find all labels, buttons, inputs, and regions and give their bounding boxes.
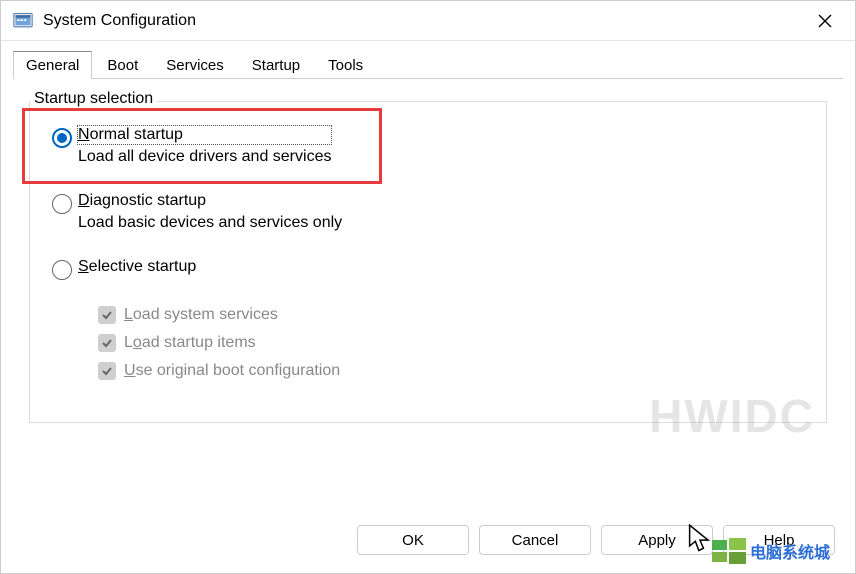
radio-normal-startup[interactable]: Normal startup Load all device drivers a… <box>50 126 806 166</box>
radio-icon <box>52 260 72 280</box>
check-label: Use original boot configuration <box>124 362 340 380</box>
check-use-original: Use original boot configuration <box>98 362 806 380</box>
checkbox-icon <box>98 306 116 324</box>
radio-text: Selective startup <box>78 258 196 276</box>
close-button[interactable] <box>807 6 843 36</box>
check-label: Load system services <box>124 306 278 324</box>
titlebar: System Configuration <box>1 1 855 41</box>
apply-button[interactable]: Apply <box>601 525 713 555</box>
radio-desc: Load basic devices and services only <box>78 214 342 232</box>
window: System Configuration General Boot Servic… <box>0 0 856 574</box>
button-row: OK Cancel Apply Help <box>1 513 855 573</box>
tab-strip: General Boot Services Startup Tools <box>1 41 855 79</box>
tab-general[interactable]: General <box>13 51 92 79</box>
fieldset-legend: Startup selection <box>30 90 157 108</box>
check-load-startup: Load startup items <box>98 334 806 352</box>
startup-selection-fieldset: Startup selection Normal startup Load al… <box>29 101 827 423</box>
radio-desc: Load all device drivers and services <box>78 148 331 166</box>
radio-text: Diagnostic startup Load basic devices an… <box>78 192 342 232</box>
msconfig-icon <box>13 11 33 31</box>
content-area: Startup selection Normal startup Load al… <box>1 79 855 513</box>
tab-tools[interactable]: Tools <box>315 51 376 79</box>
checkbox-icon <box>98 362 116 380</box>
check-load-services: Load system services <box>98 306 806 324</box>
radio-label: Diagnostic startup <box>78 192 342 210</box>
window-title: System Configuration <box>43 12 807 30</box>
tab-boot[interactable]: Boot <box>94 51 151 79</box>
radio-icon <box>52 128 72 148</box>
check-label: Load startup items <box>124 334 256 352</box>
radio-diagnostic-startup[interactable]: Diagnostic startup Load basic devices an… <box>50 192 806 232</box>
ok-button[interactable]: OK <box>357 525 469 555</box>
tab-divider <box>13 78 843 79</box>
tab-startup[interactable]: Startup <box>239 51 313 79</box>
radio-label: Selective startup <box>78 258 196 276</box>
selective-check-list: Load system services Load startup items … <box>50 306 806 380</box>
help-button[interactable]: Help <box>723 525 835 555</box>
tab-services[interactable]: Services <box>153 51 237 79</box>
radio-text: Normal startup Load all device drivers a… <box>78 126 331 166</box>
cancel-button[interactable]: Cancel <box>479 525 591 555</box>
radio-selective-startup[interactable]: Selective startup <box>50 258 806 280</box>
radio-icon <box>52 194 72 214</box>
radio-group: Normal startup Load all device drivers a… <box>50 126 806 380</box>
radio-label: Normal startup <box>78 126 331 144</box>
checkbox-icon <box>98 334 116 352</box>
